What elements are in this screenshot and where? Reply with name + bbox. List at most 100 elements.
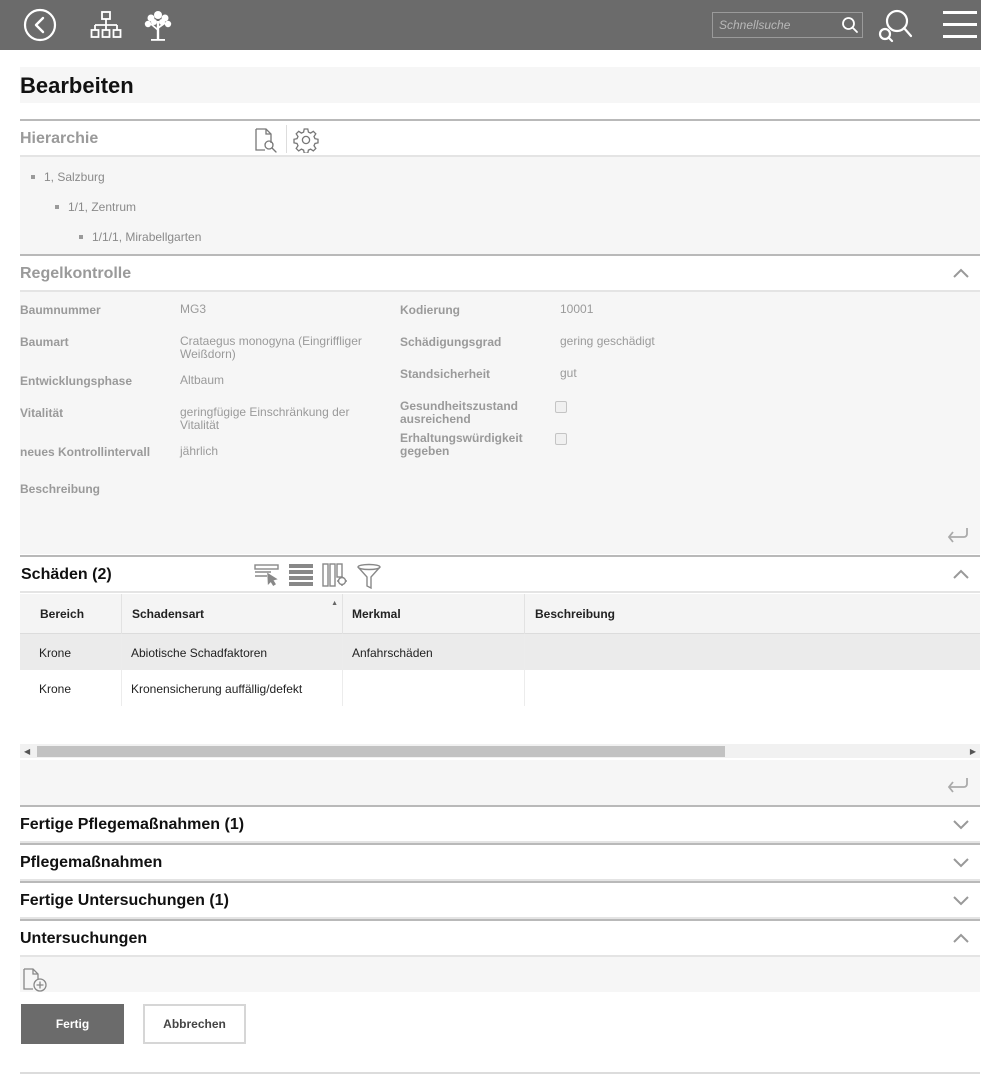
hierarchy-item-label: 1, Salzburg <box>44 170 105 184</box>
bottom-divider <box>20 1072 980 1074</box>
bullet-icon <box>31 174 35 179</box>
hierarchy-section-title: Hierarchie <box>20 130 99 147</box>
field-value-development-phase: Altbaum <box>180 373 225 387</box>
tree-icon[interactable] <box>140 0 176 50</box>
field-label-development-phase: Entwicklungsphase <box>20 374 133 388</box>
grid-column-header[interactable]: Schadensart ▲ <box>122 594 343 634</box>
field-value-coding: 10001 <box>560 302 594 316</box>
care-measures-section-title: Pflegemaßnahmen <box>20 854 163 871</box>
field-label-tree-species: Baumart <box>20 335 69 349</box>
hierarchy-item-label: 1/1, Zentrum <box>68 200 137 214</box>
chevron-up-icon[interactable] <box>952 266 970 280</box>
hierarchy-item[interactable]: 1/1/1, Mirabellgarten <box>79 230 201 244</box>
column-settings-icon[interactable] <box>322 563 348 592</box>
back-icon[interactable] <box>22 0 58 50</box>
field-value-tree-number: MG3 <box>180 302 207 316</box>
grid-cell: Kronensicherung auffällig/defekt <box>122 670 343 706</box>
finished-care-section-title: Fertige Pflegemaßnahmen (1) <box>20 816 245 833</box>
bullet-icon <box>55 204 59 209</box>
finished-examinations-section-title: Fertige Untersuchungen (1) <box>20 892 229 909</box>
settings-gear-icon[interactable] <box>293 127 319 158</box>
grid-cell <box>343 670 525 706</box>
damages-section-header[interactable]: Schäden (2) <box>20 555 980 593</box>
list-view-icon[interactable] <box>288 563 314 592</box>
damages-section-title: Schäden (2) <box>21 566 112 583</box>
page-title-bar: Bearbeiten <box>20 67 980 103</box>
field-label-damage-degree: Schädigungsgrad <box>400 335 502 349</box>
grid-cell: Abiotische Schadfaktoren <box>122 634 343 670</box>
field-label-stability: Standsicherheit <box>400 367 491 381</box>
horizontal-scrollbar[interactable]: ◀ ▶ <box>20 744 980 758</box>
finished-care-section-header[interactable]: Fertige Pflegemaßnahmen (1) <box>20 805 980 843</box>
quick-search-input[interactable] <box>713 13 837 37</box>
filter-icon[interactable] <box>356 563 382 594</box>
hierarchy-section-header: Hierarchie <box>20 119 980 157</box>
hierarchy-panel: 1, Salzburg 1/1, Zentrum 1/1/1, Mirabell… <box>20 157 980 254</box>
chevron-up-icon[interactable] <box>952 567 970 581</box>
chevron-down-icon[interactable] <box>952 817 970 831</box>
table-row[interactable]: Krone Kronensicherung auffällig/defekt <box>20 670 980 706</box>
care-measures-section-header[interactable]: Pflegemaßnahmen <box>20 843 980 881</box>
field-value-tree-species: Crataegus monogyna (Eingriffliger Weißdo… <box>180 334 362 361</box>
examinations-section-title: Untersuchungen <box>20 930 148 947</box>
top-bar <box>0 0 981 50</box>
grid-column-header-label: Schadensart <box>132 607 205 621</box>
quick-search <box>712 12 863 38</box>
menu-icon[interactable] <box>942 0 978 50</box>
field-label-preservation-worthy: Erhaltungswürdigkeit gegeben <box>400 431 523 458</box>
field-value-damage-degree: gering geschädigt <box>560 334 655 348</box>
examinations-panel <box>20 957 980 992</box>
field-value-stability: gut <box>560 366 577 380</box>
damages-grid: Bereich Schadensart ▲ Merkmal Beschreibun… <box>20 594 980 760</box>
advanced-search-icon[interactable] <box>876 0 914 50</box>
field-value-control-interval: jährlich <box>180 444 219 458</box>
preservation-worthy-checkbox[interactable] <box>555 433 567 445</box>
grid-header-row: Bereich Schadensart ▲ Merkmal Beschreibun… <box>20 594 980 634</box>
done-button[interactable]: Fertig <box>21 1004 124 1044</box>
hierarchy-item[interactable]: 1, Salzburg <box>31 170 105 184</box>
grid-cell: Anfahrschäden <box>343 634 525 670</box>
grid-cell <box>525 670 980 706</box>
field-label-coding: Kodierung <box>400 303 460 317</box>
rule-control-panel: Baumnummer MG3 Baumart Crataegus monogyn… <box>20 292 980 554</box>
hierarchy-item-label: 1/1/1, Mirabellgarten <box>92 230 202 244</box>
rule-control-section-title: Regelkontrolle <box>20 265 132 282</box>
document-search-icon[interactable] <box>254 127 278 158</box>
rule-control-section-header[interactable]: Regelkontrolle <box>20 254 980 292</box>
damages-footer <box>20 760 980 805</box>
field-label-health-sufficient: Gesundheitszustand ausreichend <box>400 399 519 426</box>
select-cursor-icon[interactable] <box>254 563 280 592</box>
grid-column-header[interactable]: Beschreibung <box>525 594 980 634</box>
field-label-tree-number: Baumnummer <box>20 303 101 317</box>
hierarchy-icon[interactable] <box>89 0 123 50</box>
chevron-up-icon[interactable] <box>952 931 970 945</box>
grid-cell: Krone <box>20 634 122 670</box>
examinations-section-header[interactable]: Untersuchungen <box>20 919 980 957</box>
add-document-icon[interactable] <box>22 967 48 998</box>
finished-examinations-section-header[interactable]: Fertige Untersuchungen (1) <box>20 881 980 919</box>
return-arrow-icon[interactable] <box>946 526 970 549</box>
chevron-down-icon[interactable] <box>952 855 970 869</box>
page-title: Bearbeiten <box>20 73 134 98</box>
scroll-right-arrow-icon[interactable]: ▶ <box>970 747 976 756</box>
field-label-description: Beschreibung <box>20 482 101 496</box>
toolbar-divider <box>286 125 287 153</box>
grid-column-header[interactable]: Bereich <box>20 594 122 634</box>
grid-cell <box>525 634 980 670</box>
hierarchy-item[interactable]: 1/1, Zentrum <box>55 200 136 214</box>
chevron-down-icon[interactable] <box>952 893 970 907</box>
scroll-left-arrow-icon[interactable]: ◀ <box>24 747 30 756</box>
table-row[interactable]: Krone Abiotische Schadfaktoren Anfahrsch… <box>20 634 980 670</box>
return-arrow-icon[interactable] <box>946 776 970 799</box>
sort-ascending-icon: ▲ <box>331 600 338 607</box>
field-value-vitality: geringfügige Einschränkung der Vitalität <box>180 405 350 432</box>
field-label-vitality: Vitalität <box>20 406 64 420</box>
grid-cell: Krone <box>20 670 122 706</box>
health-sufficient-checkbox[interactable] <box>555 401 567 413</box>
search-icon[interactable] <box>841 16 859 39</box>
scrollbar-thumb[interactable] <box>37 746 725 757</box>
field-label-control-interval: neues Kontrollintervall <box>20 445 151 459</box>
cancel-button[interactable]: Abbrechen <box>143 1004 246 1044</box>
grid-column-header[interactable]: Merkmal <box>343 594 525 634</box>
bullet-icon <box>79 234 83 239</box>
